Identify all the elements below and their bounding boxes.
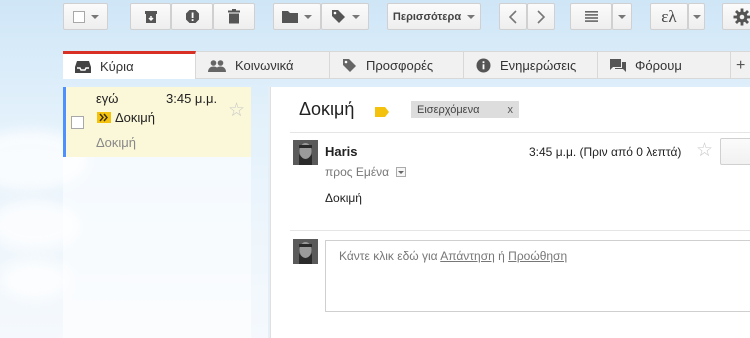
chevron-down-icon (467, 14, 476, 19)
older-button[interactable] (527, 3, 555, 30)
star-icon[interactable]: ☆ (696, 141, 713, 160)
reply-link[interactable]: Απάντηση (440, 249, 495, 263)
message-list-background (63, 157, 251, 338)
chevron-down-icon (90, 14, 99, 19)
reply-prompt-prefix: Κάντε κλικ εδώ για (339, 249, 438, 263)
labels-button[interactable] (321, 3, 369, 30)
chevron-down-icon (398, 170, 404, 174)
remove-label-button[interactable]: x (507, 104, 513, 116)
important-marker-icon[interactable] (97, 112, 111, 123)
archive-icon (144, 10, 157, 23)
star-icon[interactable]: ☆ (228, 101, 245, 120)
select-all-button[interactable] (63, 3, 108, 30)
label-chip-text: Εισερχόμενα (417, 103, 480, 116)
reply-prompt: Κάντε κλικ εδώ για Απάντηση ή Προώθηση (339, 249, 567, 263)
add-tab-button[interactable]: + (731, 52, 750, 79)
cloud (0, 260, 70, 300)
list-item[interactable]: εγώ 3:45 μ.μ. Δοκιμή ☆ Δοκιμή (63, 87, 251, 157)
folder-icon (282, 11, 298, 23)
settings-button[interactable] (722, 3, 750, 30)
tab-social[interactable]: Κοινωνικά (196, 52, 330, 79)
email-subject: Δοκιμή (299, 99, 355, 119)
tab-updates[interactable]: Ενημερώσεις (464, 52, 598, 79)
gear-icon (733, 8, 750, 25)
reply-button[interactable] (720, 138, 750, 165)
archive-button[interactable] (130, 3, 171, 30)
reply-box[interactable]: Κάντε κλικ εδώ για Απάντηση ή Προώθηση (325, 240, 750, 312)
recipient-line: προς Εμένα (325, 165, 390, 179)
tab-promotions[interactable]: Προσφορές (330, 52, 464, 79)
inbox-icon (75, 60, 91, 74)
tag-icon (331, 10, 345, 23)
row-checkbox[interactable] (71, 116, 84, 129)
tab-primary[interactable]: Κύρια (63, 51, 196, 79)
message-time: 3:45 μ.μ. (Πριν από 0 λεπτά) (529, 145, 682, 159)
language-button[interactable]: ελ (650, 3, 688, 30)
tab-forums[interactable]: Φόρουμ (598, 52, 731, 79)
label-tag-icon (375, 105, 389, 120)
label-chip[interactable]: Εισερχόμενα x (411, 101, 519, 118)
density-dropdown[interactable] (612, 3, 632, 30)
density-button[interactable] (570, 3, 612, 30)
chevron-down-icon (618, 14, 626, 19)
newer-button[interactable] (499, 3, 527, 30)
report-spam-button[interactable] (171, 3, 213, 30)
show-details-button[interactable] (396, 167, 406, 177)
more-button[interactable]: Περισσότερα (387, 3, 481, 30)
language-label: ελ (661, 6, 677, 26)
move-to-button[interactable] (273, 3, 321, 30)
tab-label: Κοινωνικά (235, 58, 294, 73)
tab-label: Προσφορές (366, 58, 434, 73)
tab-label: Κύρια (100, 59, 134, 74)
info-icon (476, 58, 491, 73)
chevron-down-icon (351, 14, 360, 19)
tab-label: Φόρουμ (635, 58, 682, 73)
tab-label: Ενημερώσεις (500, 58, 577, 73)
chevron-right-icon (537, 9, 545, 24)
subject: Δοκιμή (115, 110, 156, 125)
list-density-icon (584, 11, 598, 22)
more-label: Περισσότερα (392, 10, 462, 23)
people-icon (208, 59, 226, 72)
sender-name[interactable]: Haris (325, 144, 358, 159)
language-dropdown[interactable] (688, 3, 705, 30)
avatar (293, 239, 318, 264)
time: 3:45 μ.μ. (166, 91, 218, 106)
sender: εγώ (96, 91, 119, 106)
report-spam-icon (185, 10, 199, 23)
chevron-down-icon (692, 14, 701, 19)
plus-icon: + (736, 56, 746, 74)
delete-button[interactable] (213, 3, 255, 30)
snippet: Δοκιμή (96, 135, 137, 150)
chevron-down-icon (304, 14, 312, 19)
tag-icon (342, 58, 357, 73)
forum-icon (610, 58, 626, 73)
avatar[interactable] (293, 140, 318, 165)
chevron-left-icon (509, 9, 517, 24)
body-divider (290, 230, 750, 231)
reading-pane: Δοκιμή Εισερχόμενα x Haris 3:45 μ.μ. (Πρ… (270, 87, 750, 338)
reply-or-text: ή (498, 249, 505, 263)
select-checkbox[interactable] (72, 10, 85, 23)
toolbar: Περισσότερα ελ (0, 0, 750, 40)
header-divider (290, 132, 750, 133)
delete-icon (228, 9, 240, 24)
category-tabs: Κύρια Κοινωνικά Προσφορές Ενημερώσεις Φό… (63, 51, 750, 79)
forward-link[interactable]: Προώθηση (508, 249, 567, 263)
message-body: Δοκιμή (325, 191, 362, 205)
